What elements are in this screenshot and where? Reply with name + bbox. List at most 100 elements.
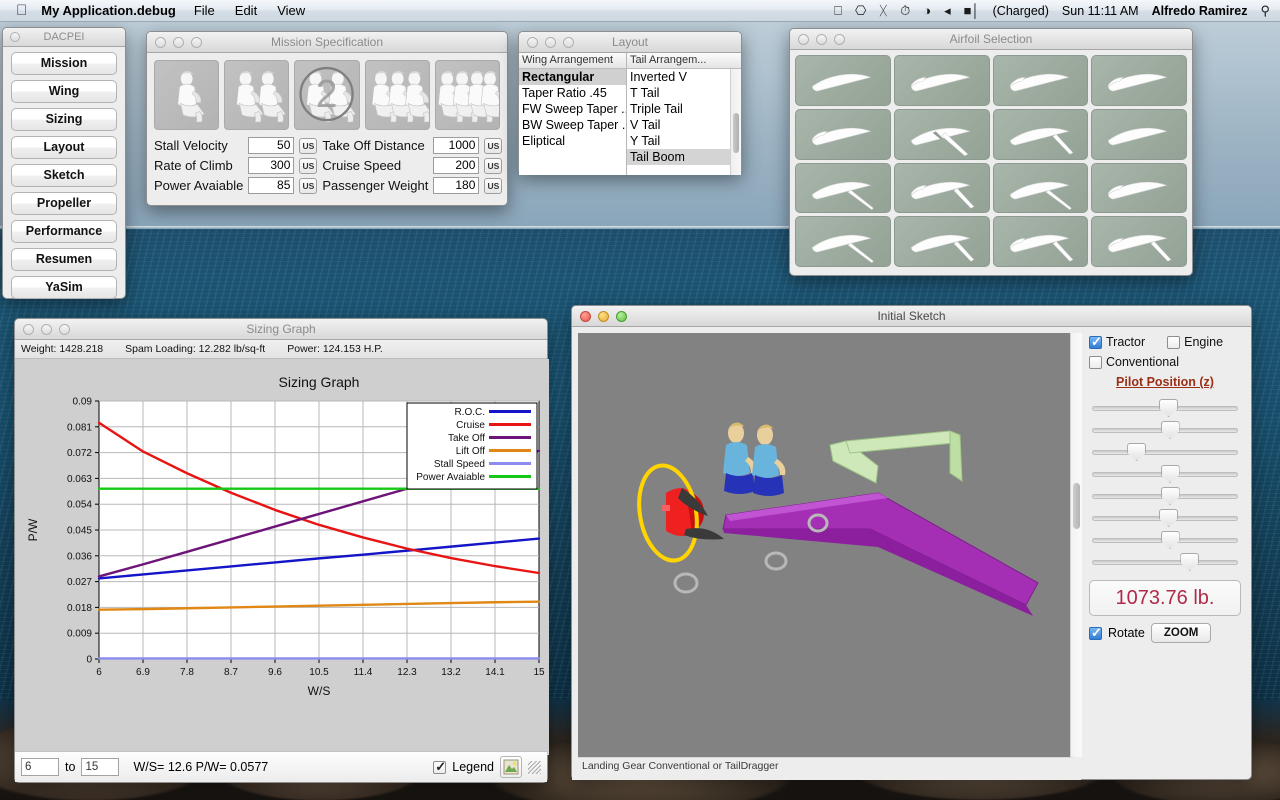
rotate-checkbox[interactable] bbox=[1089, 627, 1102, 640]
minimize-button[interactable] bbox=[816, 34, 827, 45]
tail-list-scrollbar[interactable] bbox=[730, 69, 741, 175]
list-item[interactable]: FW Sweep Taper ... bbox=[519, 101, 626, 117]
airfoil-10[interactable] bbox=[894, 163, 990, 214]
airfoil-6[interactable] bbox=[894, 109, 990, 160]
save-image-button[interactable] bbox=[500, 756, 522, 778]
airfoil-14[interactable] bbox=[894, 216, 990, 267]
mission-titlebar[interactable]: Mission Specification bbox=[147, 32, 507, 53]
sketch-vertical-scrollbar[interactable] bbox=[1070, 333, 1082, 757]
field-unit-take-off-distance[interactable]: US bbox=[484, 138, 502, 154]
screen-share-icon[interactable]: ⎕ bbox=[834, 3, 842, 19]
sketch-3d-viewport[interactable] bbox=[578, 333, 1073, 757]
list-item[interactable]: Eliptical bbox=[519, 133, 626, 149]
slider-2[interactable] bbox=[1089, 419, 1241, 441]
field-unit-stall-velocity[interactable]: US bbox=[299, 138, 317, 154]
sidebar-item-yasim[interactable]: YaSim bbox=[11, 276, 117, 299]
list-item[interactable]: T Tail bbox=[627, 85, 741, 101]
seat-option-1[interactable] bbox=[154, 60, 219, 130]
display-icon[interactable]: ⎔ bbox=[855, 3, 866, 19]
engine-checkbox[interactable] bbox=[1167, 336, 1180, 349]
field-input-power-avaiable[interactable]: 85 bbox=[248, 177, 294, 194]
search-icon[interactable]: ⚲ bbox=[1260, 3, 1270, 19]
volume-icon[interactable]: ◂ bbox=[944, 3, 951, 19]
airfoil-7[interactable] bbox=[993, 109, 1089, 160]
field-input-stall-velocity[interactable]: 50 bbox=[248, 137, 294, 154]
close-button[interactable] bbox=[580, 311, 591, 322]
slider-thumb[interactable] bbox=[1161, 487, 1180, 505]
slider-thumb[interactable] bbox=[1159, 399, 1178, 417]
airfoil-15[interactable] bbox=[993, 216, 1089, 267]
slider-thumb[interactable] bbox=[1180, 553, 1199, 571]
clock[interactable]: Sun 11:11 AM bbox=[1062, 4, 1139, 18]
sidebar-item-resumen[interactable]: Resumen bbox=[11, 248, 117, 271]
menu-edit[interactable]: Edit bbox=[235, 3, 257, 18]
seat-option-5[interactable] bbox=[435, 60, 500, 130]
slider-track[interactable] bbox=[1092, 560, 1238, 565]
range-to-input[interactable]: 15 bbox=[81, 758, 119, 776]
list-item[interactable]: Rectangular bbox=[519, 69, 626, 85]
tail-arrangement-list[interactable]: Tail Arrangem... Inverted V T Tail Tripl… bbox=[627, 53, 741, 175]
airfoil-8[interactable] bbox=[1091, 109, 1187, 160]
airfoil-9[interactable] bbox=[795, 163, 891, 214]
pilot-position-label[interactable]: Pilot Position (z) bbox=[1089, 375, 1241, 389]
minimize-button[interactable] bbox=[598, 311, 609, 322]
slider-track[interactable] bbox=[1092, 450, 1238, 455]
close-button[interactable] bbox=[10, 32, 20, 42]
airfoil-titlebar[interactable]: Airfoil Selection bbox=[790, 29, 1192, 50]
scrollbar-thumb[interactable] bbox=[733, 113, 739, 153]
airfoil-2[interactable] bbox=[894, 55, 990, 106]
sidebar-item-sizing[interactable]: Sizing bbox=[11, 108, 117, 131]
seat-option-4[interactable] bbox=[365, 60, 430, 130]
menu-view[interactable]: View bbox=[277, 3, 305, 18]
seat-option-3[interactable]: 2 bbox=[294, 60, 359, 130]
field-input-take-off-distance[interactable]: 1000 bbox=[433, 137, 479, 154]
sidebar-item-wing[interactable]: Wing bbox=[11, 80, 117, 103]
sidebar-item-performance[interactable]: Performance bbox=[11, 220, 117, 243]
list-item[interactable]: Triple Tail bbox=[627, 101, 741, 117]
sketch-titlebar[interactable]: Initial Sketch bbox=[572, 306, 1251, 327]
sidebar-item-sketch[interactable]: Sketch bbox=[11, 164, 117, 187]
wifi-icon[interactable]: ◑ bbox=[923, 3, 931, 18]
list-item[interactable]: BW Sweep Taper ... bbox=[519, 117, 626, 133]
zoom-button[interactable] bbox=[191, 37, 202, 48]
list-item[interactable]: Tail Boom bbox=[627, 149, 741, 165]
slider-thumb[interactable] bbox=[1161, 421, 1180, 439]
airfoil-1[interactable] bbox=[795, 55, 891, 106]
dacpei-window-controls[interactable] bbox=[3, 32, 20, 42]
field-input-cruise-speed[interactable]: 200 bbox=[433, 157, 479, 174]
zoom-button[interactable] bbox=[616, 311, 627, 322]
layout-window-controls[interactable] bbox=[519, 37, 574, 48]
slider-5[interactable] bbox=[1089, 485, 1241, 507]
close-button[interactable] bbox=[798, 34, 809, 45]
field-input-rate-of-climb[interactable]: 300 bbox=[248, 157, 294, 174]
slider-7[interactable] bbox=[1089, 529, 1241, 551]
sidebar-item-propeller[interactable]: Propeller bbox=[11, 192, 117, 215]
sidebar-item-mission[interactable]: Mission bbox=[11, 52, 117, 75]
user-name[interactable]: Alfredo Ramirez bbox=[1152, 4, 1248, 18]
sketch-window-controls[interactable] bbox=[572, 311, 627, 322]
zoom-button[interactable] bbox=[59, 324, 70, 335]
airfoil-11[interactable] bbox=[993, 163, 1089, 214]
slider-4[interactable] bbox=[1089, 463, 1241, 485]
sizing-plot-area[interactable]: Sizing Graph00.0090.0180.0270.0360.0450.… bbox=[15, 359, 547, 755]
slider-3[interactable] bbox=[1089, 441, 1241, 463]
minimize-button[interactable] bbox=[173, 37, 184, 48]
legend-checkbox[interactable] bbox=[433, 761, 446, 774]
resize-grip[interactable] bbox=[528, 761, 541, 774]
battery-icon[interactable]: ■│ bbox=[964, 3, 980, 18]
field-input-passenger-weight[interactable]: 180 bbox=[433, 177, 479, 194]
apple-icon[interactable]:  bbox=[16, 3, 27, 18]
field-unit-power-avaiable[interactable]: US bbox=[299, 178, 317, 194]
time-machine-icon[interactable]: ⏱ bbox=[900, 3, 910, 19]
tractor-checkbox[interactable] bbox=[1089, 336, 1102, 349]
minimize-button[interactable] bbox=[545, 37, 556, 48]
zoom-button-sketch[interactable]: ZOOM bbox=[1151, 623, 1212, 643]
airfoil-window-controls[interactable] bbox=[790, 34, 845, 45]
slider-thumb[interactable] bbox=[1159, 509, 1178, 527]
range-from-input[interactable]: 6 bbox=[21, 758, 59, 776]
menu-file[interactable]: File bbox=[194, 3, 215, 18]
slider-8[interactable] bbox=[1089, 551, 1241, 573]
sizing-titlebar[interactable]: Sizing Graph bbox=[15, 319, 547, 340]
sizing-window-controls[interactable] bbox=[15, 324, 70, 335]
layout-titlebar[interactable]: Layout bbox=[519, 32, 741, 53]
